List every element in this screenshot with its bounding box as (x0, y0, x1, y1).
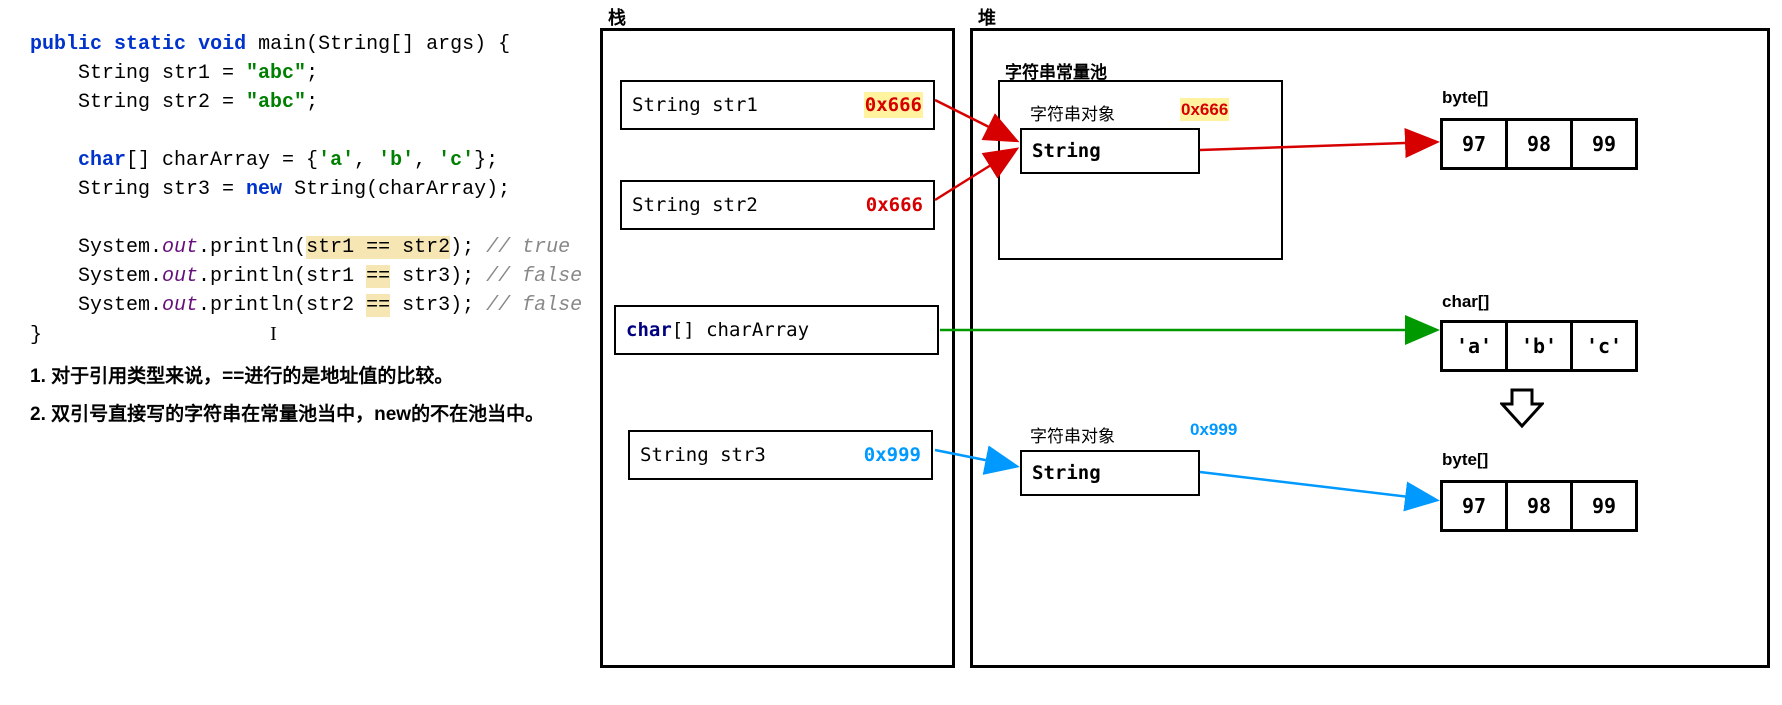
text-cursor-icon: I (270, 323, 277, 345)
explanation-notes: 1. 对于引用类型来说，==进行的是地址值的比较。 2. 双引号直接写的字符串在… (30, 358, 544, 434)
str-abc-2: "abc" (246, 91, 306, 114)
char-cell: 'a' (1440, 320, 1508, 372)
byte-cell: 98 (1505, 480, 1573, 532)
stack-str2-addr: 0x666 (866, 194, 923, 216)
out-2: out (162, 265, 198, 288)
kw-public: public (30, 33, 102, 56)
code-l5g: , (414, 149, 438, 172)
heap-title: 堆 (978, 4, 996, 30)
code-close: } (30, 324, 42, 347)
stack-str1-addr: 0x666 (864, 92, 923, 118)
kw-char: char (78, 149, 126, 172)
byte-cell: 97 (1440, 118, 1508, 170)
hl-comparison: str1 == str2 (306, 236, 450, 259)
code-l10b: .println(str2 (198, 294, 366, 317)
kw-static: static (114, 33, 186, 56)
stack-str3: String str3 0x999 (628, 430, 933, 480)
char-cell: 'c' (1570, 320, 1638, 372)
code-l8b: .println( (198, 236, 306, 259)
code-l5a (30, 149, 78, 172)
hl-eq-2: == (366, 294, 390, 317)
char-c: 'c' (438, 149, 474, 172)
code-l9b: .println(str1 (198, 265, 366, 288)
stack-str3-name: String str3 (640, 444, 766, 466)
code-l6a: String str3 = (30, 178, 246, 201)
kw-new: new (246, 178, 282, 201)
down-arrow-icon (1500, 388, 1544, 430)
char-arr-label: char[] (1442, 292, 1489, 312)
sig-main: main(String[] args) { (246, 33, 510, 56)
byte-arr-label-2: byte[] (1442, 450, 1488, 470)
note-1: 1. 对于引用类型来说，==进行的是地址值的比较。 (30, 358, 544, 396)
stack-str2: String str2 0x666 (620, 180, 935, 230)
byte-cell: 98 (1505, 118, 1573, 170)
cmt-true: // true (486, 236, 570, 259)
char-b: 'b' (378, 149, 414, 172)
heap-addr-999: 0x999 (1190, 420, 1237, 440)
char-a: 'a' (318, 149, 354, 172)
stack-str2-name: String str2 (632, 194, 758, 216)
out-3: out (162, 294, 198, 317)
string-class-1: String (1032, 140, 1101, 162)
out-1: out (162, 236, 198, 259)
string-obj-pool: String (1020, 128, 1200, 174)
str-obj-label-2: 字符串对象 (1030, 422, 1115, 447)
byte-arr-label-1: byte[] (1442, 88, 1488, 108)
cmt-false-1: // false (486, 265, 582, 288)
byte-cell: 97 (1440, 480, 1508, 532)
code-l9c: str3); (390, 265, 486, 288)
code-l6c: String(charArray); (282, 178, 510, 201)
code-l5c: [] charArray = { (126, 149, 318, 172)
byte-cell: 99 (1570, 480, 1638, 532)
kw-void: void (198, 33, 246, 56)
char-cell: 'b' (1505, 320, 1573, 372)
stack-str1-name: String str1 (632, 94, 758, 116)
stack-title: 栈 (608, 4, 626, 30)
code-l9a: System. (30, 265, 162, 288)
code-l2a: String str1 = (30, 62, 246, 85)
code-l8d: ); (450, 236, 486, 259)
code-l2c: ; (306, 62, 318, 85)
hl-eq-1: == (366, 265, 390, 288)
byte-array-1: 97 98 99 (1440, 118, 1638, 170)
code-l8a: System. (30, 236, 162, 259)
code-l3a: String str2 = (30, 91, 246, 114)
pool-addr-666: 0x666 (1180, 100, 1229, 120)
stack-str1: String str1 0x666 (620, 80, 935, 130)
stack-chararray-name: [] charArray (672, 319, 809, 341)
stack-char-kw: char (626, 319, 672, 341)
str-abc-1: "abc" (246, 62, 306, 85)
code-l5i: }; (474, 149, 498, 172)
note-2: 2. 双引号直接写的字符串在常量池当中，new的不在池当中。 (30, 396, 544, 434)
byte-cell: 99 (1570, 118, 1638, 170)
str-obj-label-1: 字符串对象 (1030, 100, 1115, 125)
code-l3c: ; (306, 91, 318, 114)
stack-chararray: char[] charArray (614, 305, 939, 355)
code-l5e: , (354, 149, 378, 172)
code-block: public static void main(String[] args) {… (30, 30, 582, 350)
code-l10a: System. (30, 294, 162, 317)
code-l10c: str3); (390, 294, 486, 317)
string-class-2: String (1032, 462, 1101, 484)
cmt-false-2: // false (486, 294, 582, 317)
char-array: 'a' 'b' 'c' (1440, 320, 1638, 372)
byte-array-2: 97 98 99 (1440, 480, 1638, 532)
stack-str3-addr: 0x999 (864, 444, 921, 466)
string-obj-new: String (1020, 450, 1200, 496)
